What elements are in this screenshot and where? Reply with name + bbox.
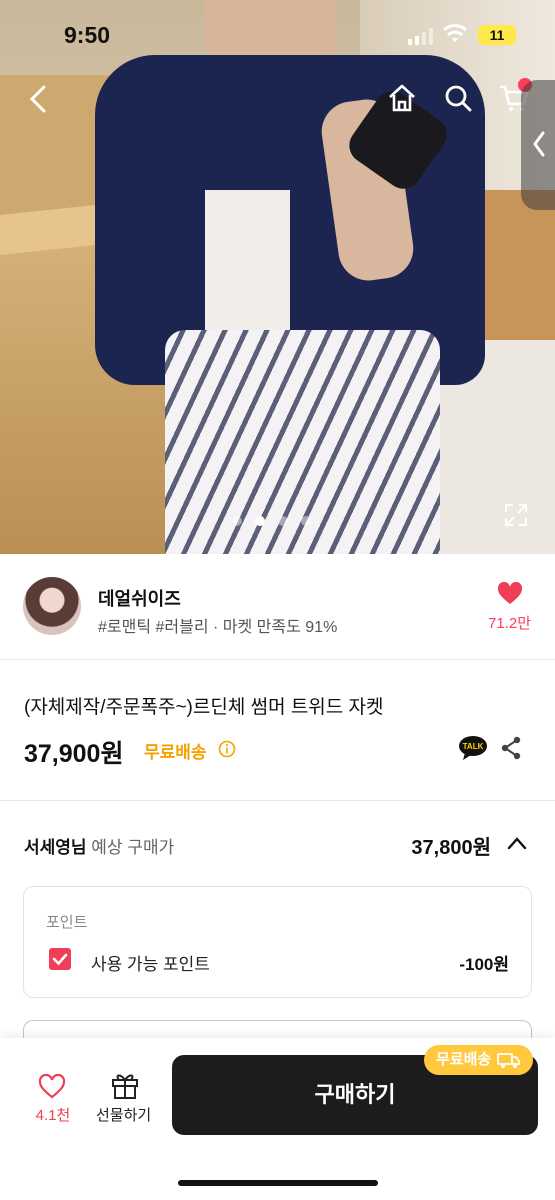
expand-icon[interactable]: [503, 502, 529, 528]
battery-indicator: 11: [478, 25, 516, 45]
wish-heart-icon[interactable]: [38, 1074, 66, 1100]
home-icon[interactable]: [386, 82, 418, 114]
free-shipping-badge: 무료배송: [424, 1045, 534, 1075]
points-value: -100원: [459, 955, 509, 974]
search-icon[interactable]: [442, 82, 474, 114]
estimate-caption: 예상 구매가: [91, 838, 175, 857]
gallery-dot[interactable]: [232, 516, 242, 526]
product-title: (자체제작/주문폭주~)르딘체 썸머 트위드 자켓: [24, 697, 384, 718]
chevron-left-icon: [533, 131, 545, 157]
chevron-up-icon[interactable]: [506, 833, 528, 853]
seller-tags: #로맨틱 #러블리 · 마켓 만족도 91%: [98, 619, 338, 636]
gallery-dots: [232, 516, 311, 526]
side-drawer-tab[interactable]: [521, 80, 555, 210]
seller-likes-count: 71.2만: [488, 615, 531, 632]
product-price: 37,900원: [24, 740, 124, 768]
gallery-dot-active[interactable]: [255, 516, 265, 526]
home-indicator: [178, 1180, 378, 1186]
points-checkbox[interactable]: [49, 948, 71, 970]
bottom-action-bar: 4.1천 선물하기 구매하기 무료배송: [0, 1038, 555, 1200]
points-heading: 포인트: [46, 914, 88, 931]
avatar[interactable]: [23, 577, 81, 635]
gallery-dot[interactable]: [278, 516, 288, 526]
gift-label[interactable]: 선물하기: [96, 1104, 151, 1125]
truck-icon: [497, 1053, 521, 1068]
badge-label: 무료배송: [436, 1051, 492, 1068]
seller-section[interactable]: 데얼쉬이즈 #로맨틱 #러블리 · 마켓 만족도 91% 71.2만: [0, 554, 555, 660]
svg-text:TALK: TALK: [463, 742, 484, 751]
wifi-icon: [442, 24, 468, 42]
status-time: 9:50: [64, 22, 111, 48]
gift-icon[interactable]: [110, 1070, 140, 1100]
heart-icon[interactable]: [497, 582, 523, 606]
divider: [0, 800, 555, 801]
estimate-price: 37,800원: [411, 837, 491, 859]
wish-count: 4.1천: [35, 1107, 71, 1124]
back-icon[interactable]: [26, 84, 54, 114]
estimate-user: 서세영님: [24, 838, 87, 857]
free-shipping-label: 무료배송: [144, 743, 207, 762]
talk-icon[interactable]: TALK: [458, 735, 488, 761]
estimate-label: 서세영님 예상 구매가: [24, 833, 174, 858]
seller-name[interactable]: 데얼쉬이즈: [98, 585, 181, 611]
share-icon[interactable]: [500, 736, 522, 760]
points-panel: 포인트 사용 가능 포인트 -100원: [23, 886, 532, 998]
points-checkbox-label[interactable]: 사용 가능 포인트: [91, 950, 210, 975]
check-icon: [52, 953, 68, 966]
signal-icon: [408, 28, 433, 45]
gallery-dot[interactable]: [301, 516, 311, 526]
info-icon[interactable]: [218, 740, 236, 758]
status-bar: 9:50 11: [0, 0, 555, 70]
